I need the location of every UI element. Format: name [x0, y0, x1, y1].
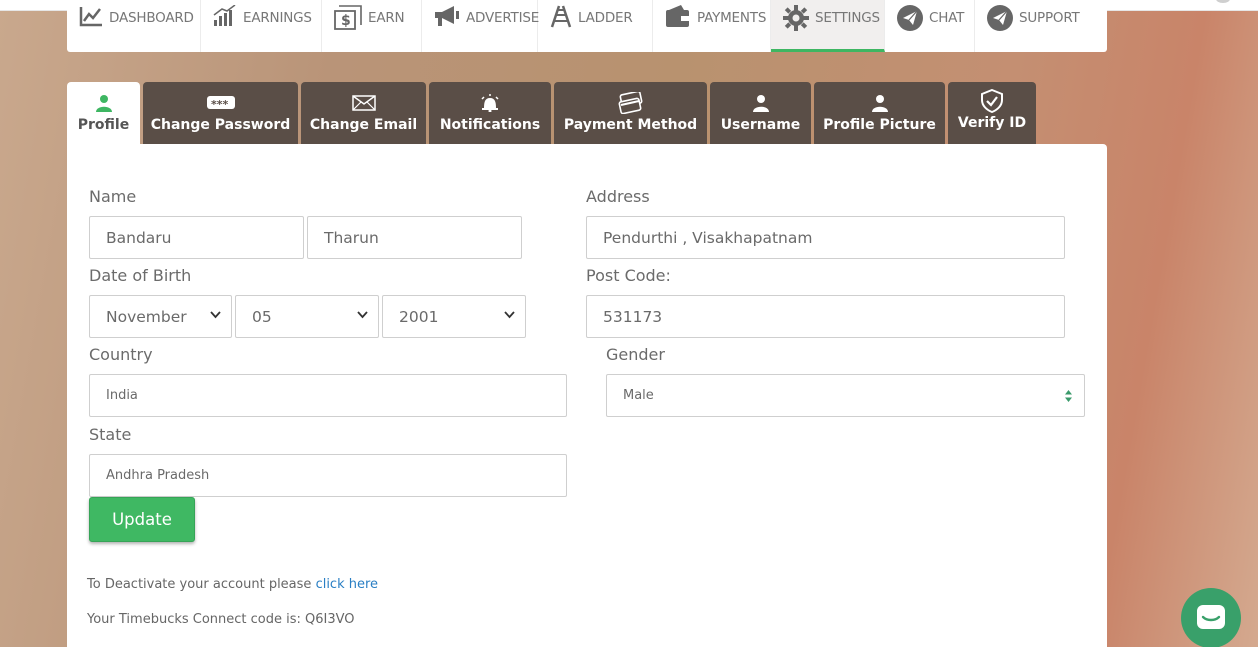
- gender-select[interactable]: Male: [606, 374, 1085, 417]
- nav-payments-label: PAYMENTS: [697, 10, 767, 26]
- connect-code-text: Your Timebucks Connect code is: Q6I3VO: [87, 612, 355, 627]
- top-right-avatar: [1216, 0, 1230, 3]
- tab-payment-method[interactable]: Payment Method: [554, 82, 707, 144]
- country-label: Country: [89, 345, 153, 364]
- tab-change-password[interactable]: *** Change Password: [143, 82, 298, 144]
- ladder-icon: [550, 5, 572, 28]
- svg-text:***: ***: [211, 98, 229, 110]
- tab-profile-label: Profile: [77, 117, 130, 133]
- dob-month-value: November: [106, 307, 187, 326]
- name-label: Name: [89, 187, 137, 206]
- deactivate-text: To Deactivate your account please click …: [87, 577, 378, 592]
- nav-ladder[interactable]: LADDER: [538, 0, 653, 52]
- address-input[interactable]: Pendurthi , Visakhapatnam: [586, 216, 1065, 259]
- wallet-icon: [666, 5, 689, 27]
- tab-profile-picture-label: Profile Picture: [823, 117, 936, 133]
- chat-launcher-button[interactable]: [1181, 588, 1241, 647]
- tab-change-password-label: Change Password: [150, 117, 291, 133]
- chevron-down-icon: [210, 311, 221, 319]
- sort-arrows-icon: [1065, 390, 1072, 402]
- nav-ladder-label: LADDER: [578, 10, 633, 26]
- user-icon: [871, 92, 889, 114]
- shield-check-icon: [981, 89, 1003, 113]
- chevron-down-icon: [504, 311, 515, 319]
- alarm-bell-icon: [480, 92, 500, 114]
- last-name-value: Tharun: [324, 228, 379, 247]
- svg-text:$: $: [341, 13, 351, 29]
- country-input[interactable]: India: [89, 374, 567, 417]
- update-button[interactable]: Update: [89, 497, 195, 542]
- nav-settings-label: SETTINGS: [815, 10, 880, 26]
- tab-payment-method-label: Payment Method: [563, 117, 698, 133]
- nav-earnings-label: EARNINGS: [243, 10, 312, 26]
- tab-verify-id-label: Verify ID: [957, 115, 1027, 131]
- cards-icon: [618, 92, 644, 114]
- tab-change-email-label: Change Email: [309, 117, 418, 133]
- nav-dashboard[interactable]: DASHBOARD: [67, 0, 201, 52]
- nav-dashboard-label: DASHBOARD: [109, 10, 194, 26]
- state-value: Andhra Pradesh: [106, 468, 210, 483]
- nav-support-label: SUPPORT: [1019, 10, 1080, 26]
- nav-settings[interactable]: SETTINGS: [771, 0, 885, 52]
- bar-chart-icon: [213, 5, 236, 26]
- nav-earn-label: EARN: [368, 10, 405, 26]
- nav-chat[interactable]: CHAT: [885, 0, 975, 52]
- last-name-input[interactable]: Tharun: [307, 216, 522, 259]
- tab-profile-picture[interactable]: Profile Picture: [814, 82, 945, 144]
- user-icon: [752, 92, 770, 114]
- password-icon: ***: [206, 92, 235, 114]
- tab-username[interactable]: Username: [710, 82, 811, 144]
- nav-chat-label: CHAT: [929, 10, 965, 26]
- postcode-input[interactable]: 531173: [586, 295, 1065, 338]
- main-navbar: DASHBOARD EARNINGS $ EARN ADVERTISE LADD…: [67, 0, 1107, 52]
- address-label: Address: [586, 187, 650, 206]
- dashboard-chart-icon: [79, 7, 102, 27]
- tab-notifications[interactable]: Notifications: [429, 82, 551, 144]
- dob-year-value: 2001: [399, 307, 439, 326]
- tab-profile[interactable]: Profile: [67, 82, 140, 144]
- gender-label: Gender: [606, 345, 665, 364]
- chevron-down-icon: [357, 311, 368, 319]
- nav-earn[interactable]: $ EARN: [322, 0, 422, 52]
- gear-icon: [783, 5, 809, 31]
- dob-day-value: 05: [252, 307, 272, 326]
- tab-username-label: Username: [720, 117, 801, 133]
- country-value: India: [106, 388, 138, 403]
- address-value: Pendurthi , Visakhapatnam: [603, 228, 813, 247]
- megaphone-icon: [435, 6, 459, 26]
- nav-payments[interactable]: PAYMENTS: [653, 0, 771, 52]
- nav-earnings[interactable]: EARNINGS: [201, 0, 322, 52]
- paper-plane-icon: [897, 5, 923, 31]
- gender-value: Male: [623, 388, 654, 403]
- tab-notifications-label: Notifications: [439, 117, 541, 133]
- nav-advertise[interactable]: ADVERTISE: [422, 0, 540, 52]
- tab-change-email[interactable]: Change Email: [301, 82, 426, 144]
- dob-year-select[interactable]: 2001: [382, 295, 526, 338]
- dob-label: Date of Birth: [89, 266, 192, 285]
- deactivate-message: To Deactivate your account please: [87, 577, 312, 592]
- deactivate-link[interactable]: click here: [316, 577, 378, 592]
- state-label: State: [89, 425, 132, 444]
- first-name-input[interactable]: Bandaru: [89, 216, 304, 259]
- nav-advertise-label: ADVERTISE: [466, 10, 540, 26]
- tab-verify-id[interactable]: Verify ID: [948, 82, 1036, 144]
- first-name-value: Bandaru: [106, 228, 172, 247]
- dollar-icon: $: [334, 5, 362, 30]
- state-input[interactable]: Andhra Pradesh: [89, 454, 567, 497]
- postcode-label: Post Code:: [586, 266, 671, 285]
- envelope-icon: [351, 92, 376, 114]
- nav-support[interactable]: SUPPORT: [975, 0, 1107, 52]
- chat-bubble-icon: [1197, 605, 1225, 629]
- user-icon: [95, 92, 113, 114]
- paper-plane-icon: [987, 5, 1013, 31]
- dob-month-select[interactable]: November: [89, 295, 232, 338]
- dob-day-select[interactable]: 05: [235, 295, 379, 338]
- postcode-value: 531173: [603, 307, 663, 326]
